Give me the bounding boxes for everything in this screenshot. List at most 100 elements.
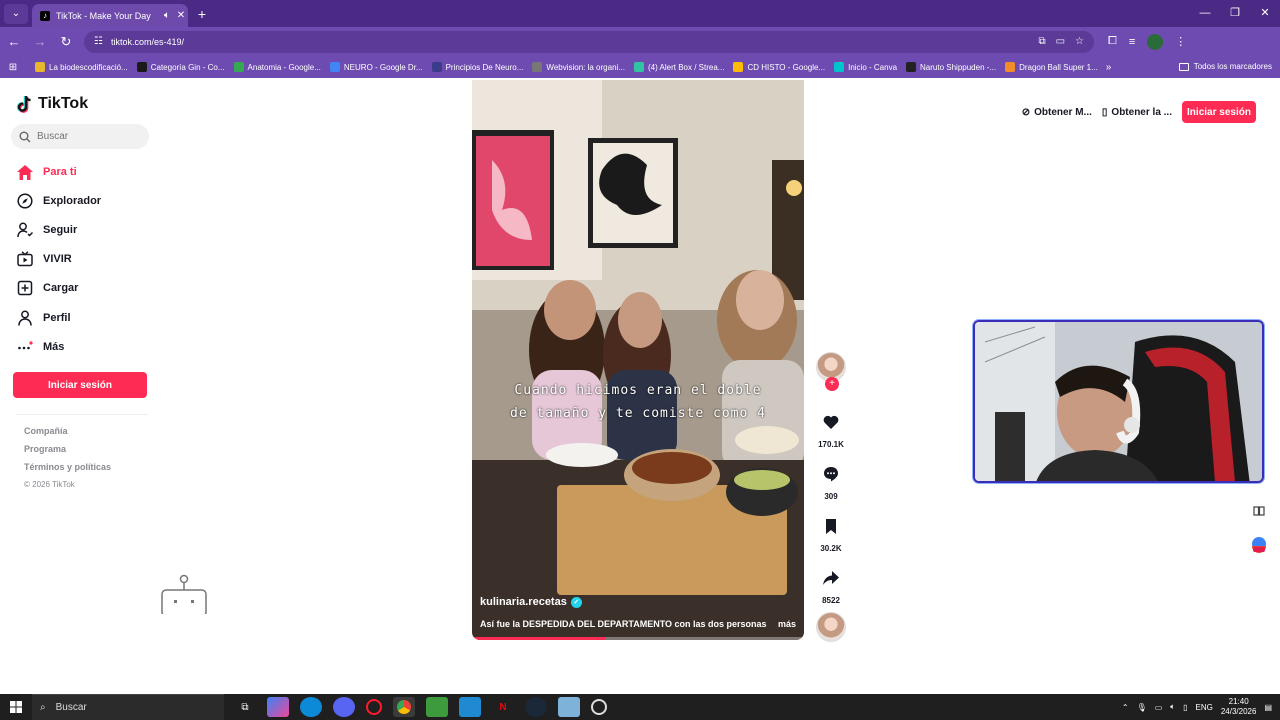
tiktok-note-icon (16, 95, 31, 113)
edge-icon[interactable] (300, 697, 322, 717)
search-box[interactable] (11, 124, 149, 149)
bookmark-item[interactable]: Principios De Neuro... (431, 62, 523, 72)
like-action[interactable]: 170.1K (814, 408, 848, 449)
microphone-icon[interactable]: 🎙︎ (1137, 703, 1147, 712)
apps-grid-icon[interactable]: ⊞ (0, 62, 26, 73)
volume-icon[interactable]: 🔈︎ (1170, 702, 1175, 712)
get-app-link[interactable]: ▯ Obtener la ... (1102, 107, 1172, 118)
forward-icon[interactable]: → (28, 34, 52, 49)
bookmark-item[interactable]: Inicio - Canva (834, 62, 897, 72)
copilot-icon[interactable] (267, 697, 289, 717)
comment-icon[interactable] (817, 460, 845, 488)
bookmark-item[interactable]: Anatomia - Google... (233, 62, 321, 72)
nav-cargar[interactable]: Cargar (16, 277, 78, 299)
browser-menu-icon[interactable]: ⋮ (1175, 35, 1186, 48)
reading-list-icon[interactable]: ≡ (1129, 36, 1135, 48)
minimize-icon[interactable]: — (1190, 0, 1220, 27)
netflix-icon[interactable]: N (492, 697, 514, 717)
video-author[interactable]: kulinaria.recetas ✓ (480, 596, 582, 608)
bookmark-item[interactable]: Dragon Ball Super 1... (1005, 62, 1098, 72)
webcam-feed-image (975, 322, 1262, 481)
video-progress-bar[interactable] (472, 637, 804, 640)
new-extension-icon[interactable] (1250, 536, 1268, 554)
minecraft-icon[interactable] (426, 697, 448, 717)
sound-avatar[interactable] (816, 612, 846, 642)
nav-mas[interactable]: Más (16, 336, 64, 358)
tiktok-logo[interactable]: TikTok (16, 94, 88, 114)
translate-icon[interactable]: ⧉ (1038, 36, 1045, 47)
bookmark-star-icon[interactable]: ☆ (1075, 36, 1084, 47)
restore-icon[interactable]: ❐ (1220, 0, 1250, 27)
bookmark-icon[interactable] (817, 512, 845, 540)
bookmark-favicon-icon (834, 62, 845, 72)
book-reader-icon[interactable] (1250, 502, 1268, 520)
chrome-icon[interactable] (393, 697, 415, 717)
all-bookmarks[interactable]: Todos los marcadores (1178, 56, 1272, 78)
bookmark-item[interactable]: (4) Alert Box / Strea... (633, 62, 724, 72)
back-icon[interactable]: ← (2, 34, 26, 49)
bookmark-item[interactable]: NEURO - Google Dr... (329, 62, 423, 72)
footer-link-terminos[interactable]: Términos y políticas (24, 462, 111, 472)
footer-link-compania[interactable]: Compañía (24, 426, 68, 436)
reload-icon[interactable]: ↻ (54, 34, 78, 50)
browser-tab-tiktok[interactable]: ♪ TikTok - Make Your Day 🔈︎ ✕ (32, 4, 188, 27)
nav-para-ti[interactable]: Para ti (16, 161, 77, 183)
address-bar[interactable]: ☷ tiktok.com/es-419/ ⧉ ▭ ☆ (84, 30, 1094, 53)
bookmark-item[interactable]: CD HISTO - Google... (733, 62, 825, 72)
close-tab-icon[interactable]: ✕ (174, 10, 188, 21)
heart-icon[interactable] (817, 408, 845, 436)
taskbar-clock[interactable]: 21:40 24/3/2026 (1221, 697, 1257, 717)
footer-link-programa[interactable]: Programa (24, 444, 66, 454)
sidebar-login-button[interactable]: Iniciar sesión (13, 372, 147, 398)
video-player[interactable]: Cuando hicimos eran el doble de tamaño y… (472, 80, 804, 640)
browser-toolbar: ← → ↻ ☷ tiktok.com/es-419/ ⧉ ▭ ☆ ⧠ ≡ ⋮ (0, 27, 1280, 56)
nav-seguir[interactable]: Seguir (16, 219, 77, 241)
bookmark-item[interactable]: Categoría Gin - Co... (136, 62, 225, 72)
vscode-icon[interactable] (459, 697, 481, 717)
description-text: Así fue la DESPEDIDA DEL DEPARTAMENTO co… (480, 619, 767, 629)
profile-avatar[interactable] (1147, 33, 1164, 50)
description-more-link[interactable]: más (778, 619, 796, 629)
tab-search-button[interactable]: ⌄ (4, 3, 28, 24)
save-action[interactable]: 30.2K (814, 512, 848, 553)
speaker-icon[interactable]: 🔈︎ (160, 10, 174, 21)
windows-start-icon[interactable] (0, 701, 32, 713)
nav-perfil[interactable]: Perfil (16, 307, 71, 329)
steam-icon[interactable] (525, 697, 547, 717)
follow-plus-icon[interactable]: + (825, 377, 839, 391)
extensions-icon[interactable]: ⧠ (1108, 35, 1117, 48)
creator-avatar[interactable]: + (816, 352, 846, 391)
search-input[interactable] (37, 131, 137, 142)
music-disc[interactable] (814, 612, 848, 642)
opera-icon[interactable] (366, 699, 382, 715)
bookmark-item[interactable]: La biodescodificació... (35, 62, 128, 72)
obs-icon[interactable] (591, 699, 607, 715)
bookmarks-overflow-icon[interactable]: » (1106, 62, 1112, 73)
nav-vivir[interactable]: VIVIR (16, 248, 72, 270)
notifications-icon[interactable]: ▤ (1264, 703, 1272, 712)
share-action[interactable]: 8522 (814, 564, 848, 605)
coin-icon: ⊘ (1021, 106, 1031, 118)
network-icon[interactable]: ▭ (1155, 703, 1163, 712)
site-info-icon[interactable]: ☷ (94, 36, 103, 47)
robot-mascot-icon[interactable] (160, 574, 208, 614)
save-count: 30.2K (820, 544, 842, 553)
task-view-icon[interactable]: ⧉ (234, 697, 256, 717)
header-login-button[interactable]: Iniciar sesión (1182, 101, 1256, 123)
tray-chevron-icon[interactable]: ⌃ (1122, 703, 1129, 712)
taskbar-search[interactable]: ⌕ Buscar (32, 694, 224, 720)
battery-icon[interactable]: ▯ (1183, 703, 1187, 712)
cast-icon[interactable]: ▭ (1056, 36, 1065, 47)
new-tab-button[interactable]: + (194, 6, 210, 22)
bookmark-item[interactable]: Webvision: la organi... (532, 62, 625, 72)
discord-icon[interactable] (333, 697, 355, 717)
close-window-icon[interactable]: ✕ (1250, 0, 1280, 27)
comment-action[interactable]: 309 (814, 460, 848, 501)
nav-explorador[interactable]: Explorador (16, 190, 101, 212)
share-arrow-icon[interactable] (817, 564, 845, 592)
language-indicator[interactable]: ENG (1196, 703, 1213, 712)
bookmark-item[interactable]: Naruto Shippuden -... (906, 62, 996, 72)
notepad-icon[interactable] (558, 697, 580, 717)
bookmark-favicon-icon (431, 62, 442, 72)
get-coins-link[interactable]: ⊘ Obtener M... (1022, 107, 1092, 118)
